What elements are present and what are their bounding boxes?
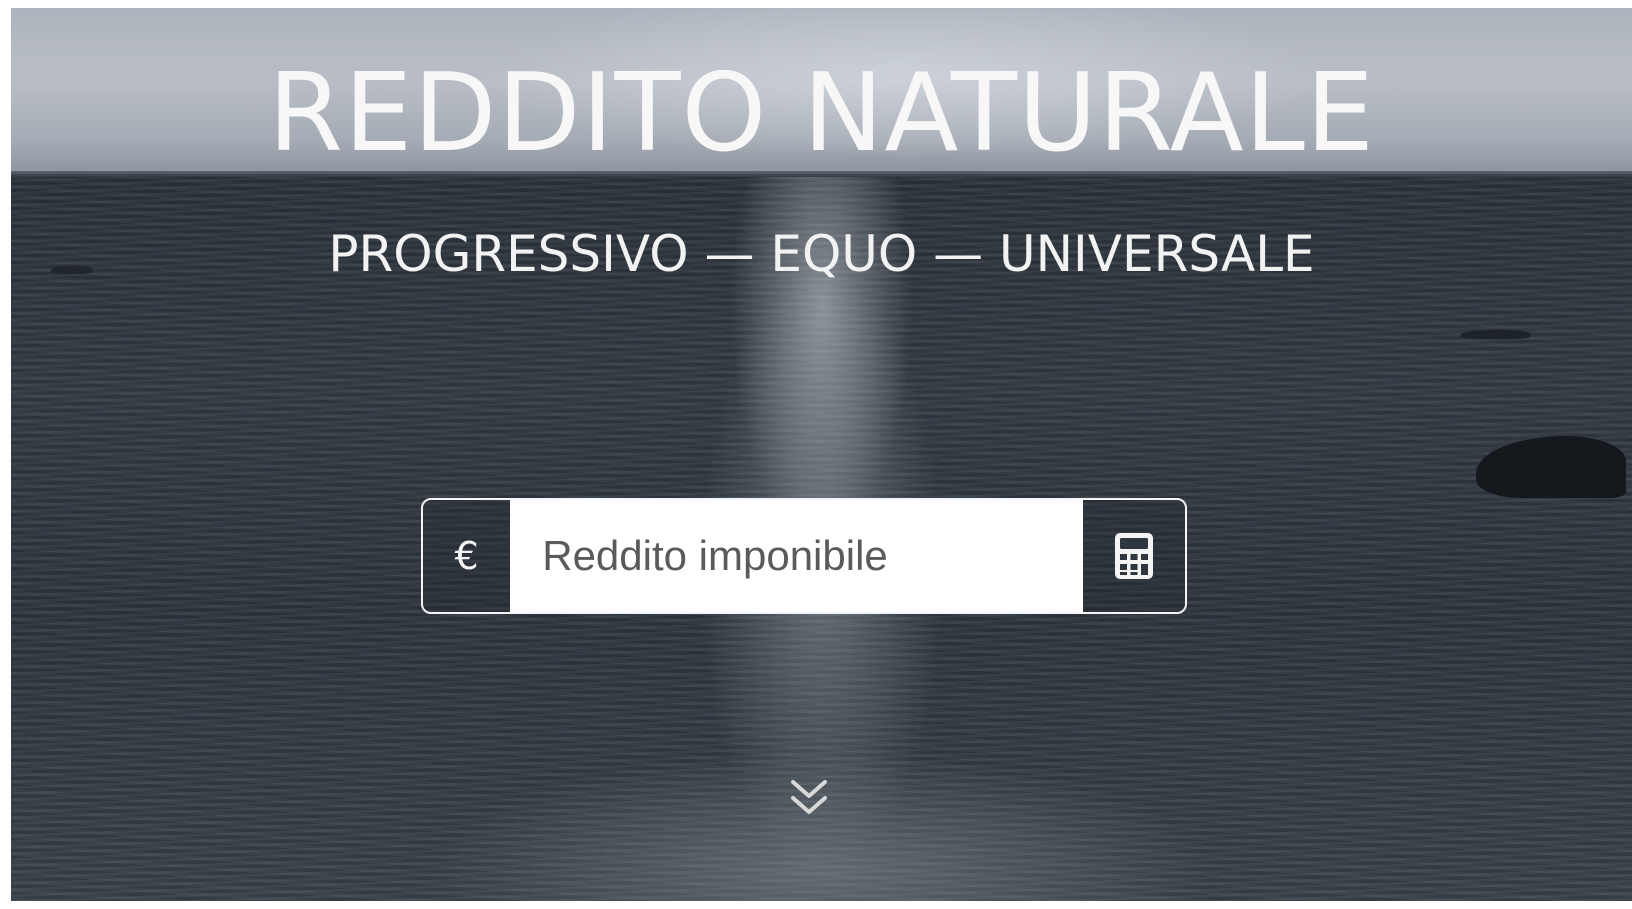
- chevron-down-icon: [791, 780, 827, 814]
- rock-distant: [1461, 330, 1531, 339]
- income-input[interactable]: [510, 500, 1084, 612]
- hero-section: REDDITO NATURALE PROGRESSIVO — EQUO — UN…: [11, 8, 1632, 901]
- euro-icon: €: [423, 500, 511, 612]
- calculator-icon: [1115, 533, 1154, 579]
- income-input-group: €: [421, 498, 1187, 614]
- calculate-button[interactable]: [1083, 500, 1185, 612]
- page-title: REDDITO NATURALE: [267, 51, 1376, 176]
- page-subtitle: PROGRESSIVO — EQUO — UNIVERSALE: [328, 225, 1315, 283]
- scroll-down-button[interactable]: [787, 776, 831, 820]
